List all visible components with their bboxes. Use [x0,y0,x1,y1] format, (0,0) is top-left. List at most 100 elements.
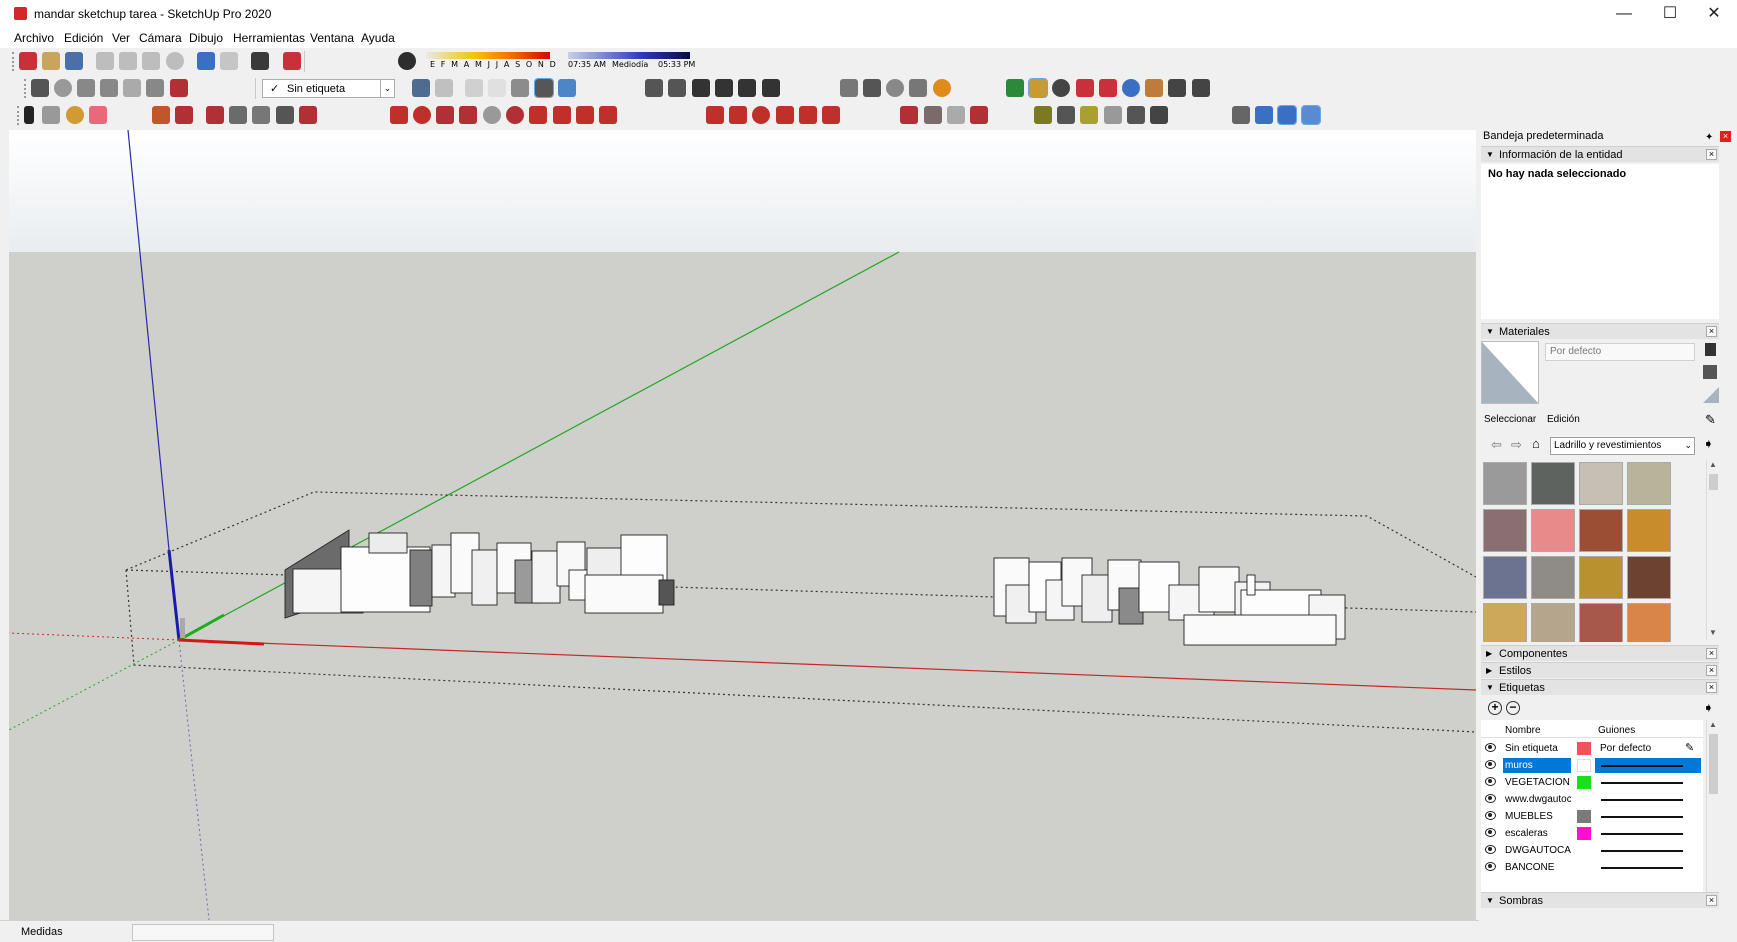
look-around-icon[interactable] [1168,79,1186,97]
material-swatch[interactable] [1531,603,1575,642]
forward-arrow-icon[interactable]: ⇨ [1511,437,1522,453]
shadows-panel-header[interactable]: ▼ Sombras × [1481,892,1719,908]
scale-icon[interactable] [799,106,817,124]
close-button[interactable]: ✕ [1691,0,1737,28]
line-icon[interactable] [152,106,170,124]
scrollbar-thumb[interactable] [1709,734,1718,794]
material-swatch[interactable] [1627,509,1671,552]
scene-canvas[interactable] [9,130,1476,920]
eraser-icon[interactable] [89,106,107,124]
tag-name[interactable]: BANCONE [1503,860,1571,875]
styles-panel-header[interactable]: ▶ Estilos × [1481,662,1719,678]
add-tag-icon[interactable]: + [1488,701,1502,715]
visibility-eye-icon[interactable] [1485,845,1496,854]
material-swatch[interactable] [1627,603,1671,642]
tag-color-swatch[interactable] [1577,759,1591,772]
column-dashes[interactable]: Guiones [1598,725,1635,736]
add-location-icon[interactable] [1232,106,1250,124]
push-icon[interactable] [729,106,747,124]
terrain-icon[interactable] [1255,106,1273,124]
components-panel-header[interactable]: ▶ Componentes × [1481,645,1719,661]
remove-tag-icon[interactable]: − [1506,701,1520,715]
scene-icon[interactable] [77,79,95,97]
materials-scrollbar[interactable]: ▲ ▼ [1706,460,1720,640]
solid-trim-icon[interactable] [947,106,965,124]
hidden-line-icon[interactable] [488,79,506,97]
sample-paint-icon[interactable] [1703,387,1719,403]
maximize-button[interactable]: ☐ [1647,0,1693,28]
move-icon[interactable] [706,106,724,124]
text-icon[interactable] [1104,106,1122,124]
extension-warehouse-icon[interactable] [909,79,927,97]
tag-dash-line[interactable] [1601,816,1683,818]
rotated-rectangle-icon[interactable] [459,106,477,124]
material-swatch[interactable] [1579,603,1623,642]
rotate-icon[interactable] [752,106,770,124]
tag-row[interactable]: www.dwgautoc [1481,791,1703,808]
material-swatch[interactable] [1579,556,1623,599]
shaded-icon[interactable] [511,79,529,97]
scroll-up-icon[interactable]: ▲ [1709,460,1717,469]
toolbar-grip[interactable] [17,106,21,125]
sandbox-icon[interactable] [170,79,188,97]
paint-bucket-icon[interactable] [66,106,84,124]
menu-camara[interactable]: Cámara [139,31,182,45]
paste-icon[interactable] [142,52,160,70]
xray-icon[interactable] [412,79,430,97]
tag-dash[interactable]: Por defecto [1598,741,1698,756]
arc-icon[interactable] [413,106,431,124]
visibility-eye-icon[interactable] [1485,794,1496,803]
panel-close-icon[interactable]: × [1706,665,1717,676]
back-arrow-icon[interactable]: ⇦ [1491,437,1502,453]
menu-dibujo[interactable]: Dibujo [189,31,223,45]
model-info-icon[interactable] [283,52,301,70]
visibility-eye-icon[interactable] [1485,862,1496,871]
material-swatch[interactable] [1483,509,1527,552]
pencil-icon[interactable]: ✎ [1685,741,1694,754]
iso-view-icon[interactable] [645,79,663,97]
menu-ventana[interactable]: Ventana [310,31,354,45]
monochrome-icon[interactable] [558,79,576,97]
offset-icon[interactable] [252,106,270,124]
follow-me-icon[interactable] [229,106,247,124]
toolbar-grip[interactable] [24,79,28,98]
tag-color-swatch[interactable] [1577,827,1591,840]
entity-info-panel-header[interactable]: ▼ Información de la entidad × [1481,146,1719,162]
visibility-eye-icon[interactable] [1485,828,1496,837]
upload-icon[interactable] [886,79,904,97]
menu-ver[interactable]: Ver [112,31,130,45]
freehand-curve-icon[interactable] [599,106,617,124]
tab-edit[interactable]: Edición [1547,414,1580,425]
left-view-icon[interactable] [762,79,780,97]
new-model-icon[interactable] [19,52,37,70]
material-library-select[interactable]: Ladrillo y revestimientos ⌄ [1550,437,1695,455]
make-component-icon[interactable] [42,106,60,124]
tag-color-swatch[interactable] [1577,861,1591,874]
tag-dash-line[interactable] [1601,799,1683,801]
eyedropper-icon[interactable]: ✎ [1705,412,1716,428]
push-pull-icon[interactable] [206,106,224,124]
column-name[interactable]: Nombre [1505,725,1541,736]
zoom-window-icon[interactable] [1076,79,1094,97]
erase-icon[interactable] [166,52,184,70]
chevron-down-icon[interactable]: ⌄ [380,80,394,97]
visibility-eye-icon[interactable] [1485,777,1496,786]
zoom-extents-icon[interactable] [1099,79,1117,97]
outer-shell-icon[interactable] [299,106,317,124]
tag-name[interactable]: escaleras [1503,826,1571,841]
pie-icon[interactable] [576,106,594,124]
material-swatch[interactable] [1483,556,1527,599]
material-swatch[interactable] [1483,603,1527,642]
tag-row[interactable]: VEGETACION [1481,774,1703,791]
tag-row[interactable]: muros [1481,757,1703,774]
share-model-icon[interactable] [863,79,881,97]
polygon-icon[interactable] [506,106,524,124]
visibility-eye-icon[interactable] [1485,811,1496,820]
tags-panel-header[interactable]: ▼ Etiquetas × [1481,679,1719,695]
active-tag-select[interactable]: ✓ Sin etiqueta ⌄ [262,79,395,98]
tag-dash-line[interactable] [1601,850,1683,852]
tag-row[interactable]: escaleras [1481,825,1703,842]
menu-ayuda[interactable]: Ayuda [361,31,395,45]
tag-name[interactable]: MUEBLES [1503,809,1571,824]
materials-panel-header[interactable]: ▼ Materiales × [1481,323,1719,339]
